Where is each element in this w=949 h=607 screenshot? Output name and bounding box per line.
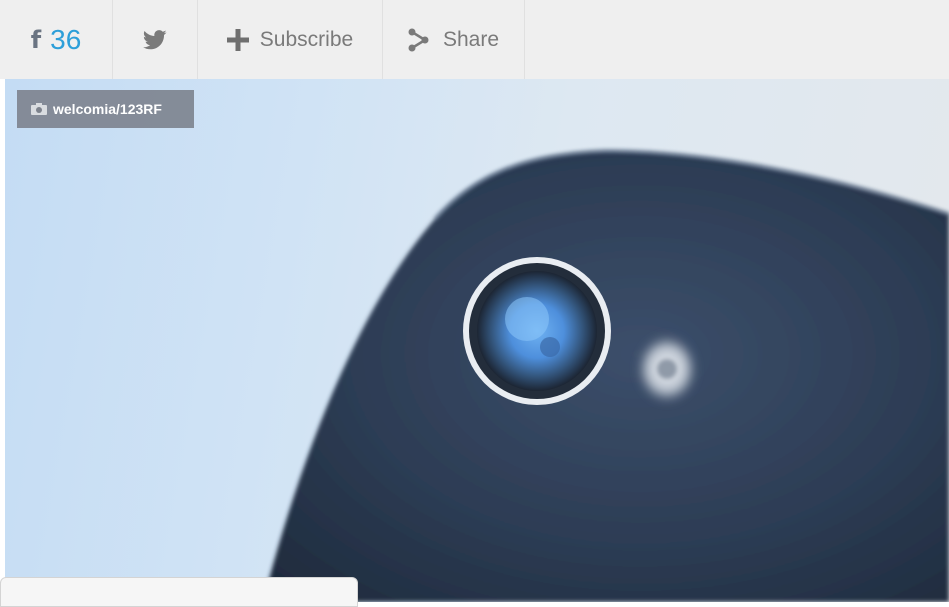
photo-credit-badge: welcomia/123RF <box>17 90 194 128</box>
facebook-icon: f <box>30 25 42 54</box>
share-icon <box>408 28 430 52</box>
subscribe-label: Subscribe <box>259 27 354 51</box>
hero-image: welcomia/123RF <box>5 79 949 602</box>
smartphone-camera-photo <box>263 149 949 602</box>
facebook-share-button[interactable]: f 36 <box>0 0 113 79</box>
facebook-share-count: 36 <box>50 23 82 55</box>
plus-icon <box>226 28 249 51</box>
photo-credit-text: welcomia/123RF <box>53 101 162 117</box>
twitter-share-button[interactable] <box>113 0 198 79</box>
subscribe-button[interactable]: Subscribe <box>198 0 383 79</box>
share-bar: f 36 Subscribe Share <box>0 0 949 79</box>
twitter-icon <box>143 29 167 50</box>
share-button[interactable]: Share <box>383 0 525 79</box>
overlay-card[interactable] <box>0 577 358 607</box>
share-label: Share <box>442 27 500 51</box>
camera-icon <box>31 103 47 115</box>
